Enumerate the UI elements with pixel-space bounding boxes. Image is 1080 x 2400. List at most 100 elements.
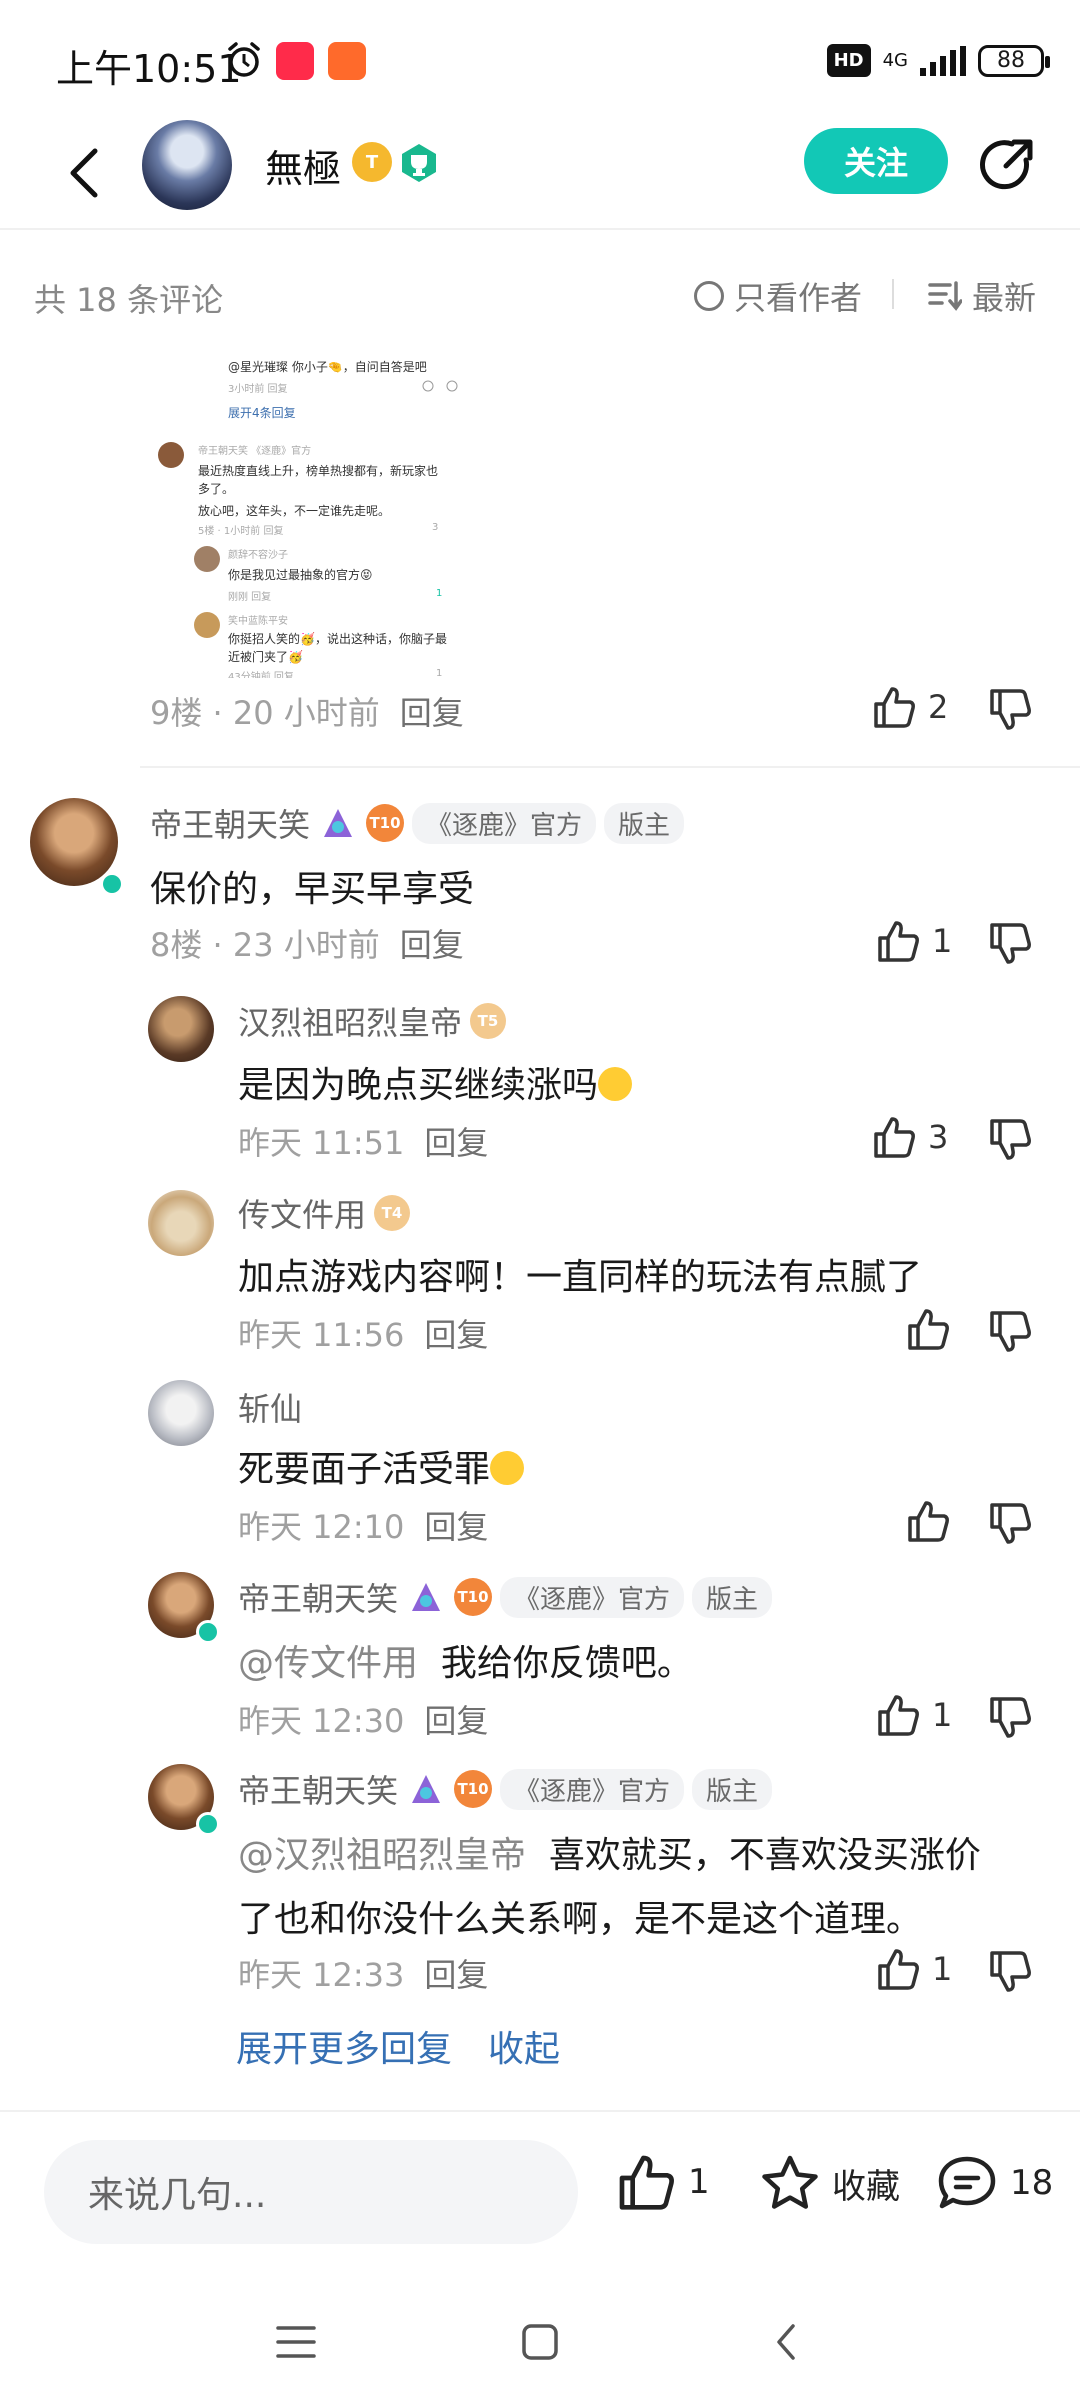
image-text: 笑中蓝陈平安 xyxy=(228,616,288,627)
reply-text: 死要面子活受罪 xyxy=(238,1449,491,1490)
mention-link[interactable]: @汉烈祖昭烈皇帝 xyxy=(238,1835,526,1876)
alarm-icon xyxy=(228,42,260,77)
post-like-button[interactable]: 1 xyxy=(616,2154,710,2210)
user-name[interactable]: 传文件用 xyxy=(238,1190,366,1236)
thumbs-down-icon[interactable] xyxy=(988,1118,1032,1162)
status-time: 上午10:51 xyxy=(56,47,242,91)
thumbs-up-icon[interactable] xyxy=(906,1500,950,1542)
level-badge: T10 xyxy=(366,804,405,842)
network-type: 4G xyxy=(882,49,908,71)
moderator-icon xyxy=(412,1583,441,1611)
reply-button[interactable]: 回复 xyxy=(424,1316,488,1354)
like-button[interactable]: 1 xyxy=(876,1948,952,1990)
reply-button[interactable]: 回复 xyxy=(424,1508,488,1546)
level-badge: T5 xyxy=(470,1003,507,1039)
system-nav-bar xyxy=(0,2290,1080,2400)
sort-button[interactable]: 最新 xyxy=(928,273,1036,319)
reply-button[interactable]: 回复 xyxy=(424,1124,488,1162)
official-tag: 《逐鹿》官方 xyxy=(500,1576,685,1618)
author-avatar[interactable] xyxy=(142,120,232,210)
like-button[interactable]: 1 xyxy=(876,920,952,962)
author-name[interactable]: 無極 xyxy=(265,138,341,193)
user-avatar[interactable] xyxy=(148,1190,214,1256)
reply-button[interactable]: 回复 xyxy=(400,694,464,732)
mention-link[interactable]: @传文件用 xyxy=(238,1643,418,1684)
reply-time: 昨天 11:51 xyxy=(238,1124,405,1162)
image-text: 帝王朝天笑 《逐鹿》官方 xyxy=(198,446,312,457)
back-button[interactable] xyxy=(50,138,120,208)
share-icon[interactable] xyxy=(976,134,1038,196)
user-name[interactable]: 汉烈祖昭烈皇帝 xyxy=(238,998,462,1044)
thumbs-up-icon xyxy=(874,687,915,728)
chat-bubble-icon xyxy=(938,2156,996,2209)
reply-button[interactable]: 回复 xyxy=(424,1702,488,1740)
home-nav-button[interactable] xyxy=(510,2312,570,2372)
battery-level: 88 xyxy=(997,48,1025,73)
image-text: 43分钟前 回复 xyxy=(228,672,294,678)
radio-icon xyxy=(694,281,724,311)
like-count: 2 xyxy=(928,688,949,726)
comment-count: 共 18 条评论 xyxy=(34,281,224,319)
thumbs-up-icon xyxy=(878,921,919,962)
user-name[interactable]: 帝王朝天笑 xyxy=(238,1766,398,1812)
post-like-count: 1 xyxy=(688,2162,710,2202)
collapse-link[interactable]: 收起 xyxy=(488,2020,560,2072)
user-name[interactable]: 帝王朝天笑 xyxy=(150,800,310,846)
user-name[interactable]: 斩仙 xyxy=(238,1384,302,1430)
comment-input[interactable]: 来说几句... xyxy=(44,2140,578,2244)
comment-image[interactable]: @星光璀璨 你小子🤏，自问自答是吧 3小时前 回复 展开4条回复 帝王朝天笑 《… xyxy=(140,346,478,678)
hd-badge: HD xyxy=(826,44,871,77)
reply-button[interactable]: 回复 xyxy=(400,926,464,964)
image-text: 1 xyxy=(436,588,443,599)
menu-nav-button[interactable] xyxy=(266,2312,326,2372)
thumbs-up-icon[interactable] xyxy=(906,1308,950,1350)
thumbs-down-icon[interactable] xyxy=(988,1310,1032,1354)
like-count: 1 xyxy=(932,922,953,960)
image-avatar xyxy=(158,442,184,468)
back-chevron-icon xyxy=(777,2324,795,2360)
user-avatar[interactable] xyxy=(148,996,214,1062)
thumbs-down-icon[interactable] xyxy=(988,1950,1032,1994)
verified-icon xyxy=(196,1620,220,1644)
signal-icon xyxy=(920,45,966,76)
comments-button[interactable]: 18 xyxy=(936,2154,1053,2212)
thumbs-up-icon xyxy=(878,1695,919,1736)
like-button[interactable]: 3 xyxy=(872,1116,948,1158)
xiaohongshu-app-icon xyxy=(276,42,314,80)
reply-button[interactable]: 回复 xyxy=(424,1956,488,1994)
image-text: 多了。 xyxy=(198,482,235,496)
back-arrow-icon xyxy=(70,148,98,198)
reply-text: 喜欢就买，不喜欢没买涨价 xyxy=(548,1835,981,1876)
thumbs-down-icon[interactable] xyxy=(988,1696,1032,1740)
like-button[interactable]: 2 xyxy=(872,686,948,728)
user-avatar[interactable] xyxy=(148,1380,214,1446)
level-badge: T4 xyxy=(374,1195,411,1231)
reply-content: @汉烈祖昭烈皇帝 喜欢就买，不喜欢没买涨价 xyxy=(238,1826,981,1878)
user-name[interactable]: 帝王朝天笑 xyxy=(238,1574,398,1620)
image-text: 近被门夹了🥳 xyxy=(228,650,303,664)
author-only-toggle[interactable]: 只看作者 xyxy=(694,273,862,319)
thumbs-down-icon[interactable] xyxy=(988,922,1032,966)
reply-header: 汉烈祖昭烈皇帝 T5 xyxy=(238,998,507,1044)
comments-count: 18 xyxy=(1010,2163,1054,2203)
status-bar: 上午10:51 HD 4G 88 xyxy=(0,0,1080,120)
follow-button[interactable]: 关注 xyxy=(804,128,948,194)
image-text: 放心吧，这年头，不一定谁先走呢。 xyxy=(198,504,391,518)
verified-icon xyxy=(196,1812,220,1836)
comment-meta: 9楼 · 20 小时前 回复 xyxy=(150,688,464,734)
back-nav-button[interactable] xyxy=(756,2312,816,2372)
thumbs-down-icon[interactable] xyxy=(988,688,1032,732)
reply-meta: 昨天 12:33 回复 xyxy=(238,1950,488,1996)
like-count: 1 xyxy=(932,1696,953,1734)
comment-floor-time: 8楼 · 23 小时前 xyxy=(150,926,380,964)
favorite-button[interactable]: 收藏 xyxy=(760,2154,900,2212)
like-button[interactable]: 1 xyxy=(876,1694,952,1736)
thumbs-down-icon[interactable] xyxy=(988,1502,1032,1546)
expand-more-replies-link[interactable]: 展开更多回复 xyxy=(236,2020,452,2072)
reply-header: 斩仙 xyxy=(238,1384,302,1430)
image-text: 最近热度直线上升，榜单热搜都有，新玩家也 xyxy=(198,464,439,478)
moderator-icon xyxy=(324,809,353,837)
image-avatar xyxy=(194,546,220,572)
comment-divider xyxy=(140,766,1080,768)
reply-text: 是因为晚点买继续涨吗 xyxy=(238,1065,599,1106)
